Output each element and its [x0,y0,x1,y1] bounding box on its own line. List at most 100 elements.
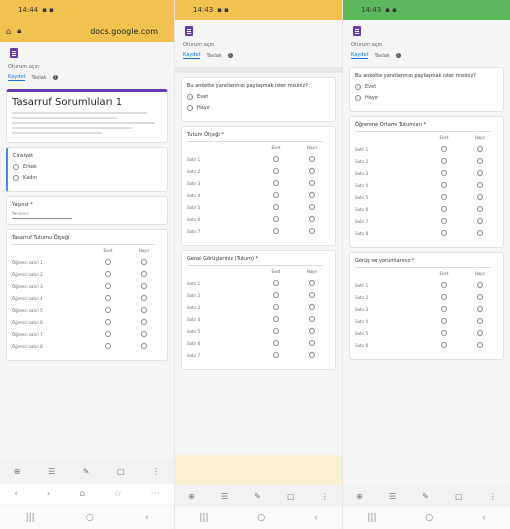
tab-save[interactable]: Kaydet [351,52,369,59]
option-no[interactable]: Hayır [355,95,498,101]
radio-button[interactable] [273,204,279,210]
radio-button[interactable] [441,306,447,312]
radio-button[interactable] [355,84,361,90]
radio-button[interactable] [309,156,315,162]
tabs-icon[interactable]: ▢ [287,492,295,501]
radio-button[interactable] [273,280,279,286]
radio-button[interactable] [309,352,315,358]
radio-button[interactable] [187,94,193,100]
home-button-icon[interactable]: ○ [86,513,94,523]
radio-button[interactable] [309,228,315,234]
tab-draft[interactable]: Taslak [31,75,46,81]
radio-button[interactable] [309,204,315,210]
radio-button[interactable] [273,328,279,334]
tab-save[interactable]: Kaydet [183,52,201,59]
radio-button[interactable] [105,343,111,349]
radio-button[interactable] [309,340,315,346]
radio-button[interactable] [441,182,447,188]
radio-button[interactable] [141,259,147,265]
tabs-icon[interactable]: ▢ [455,492,463,501]
radio-button[interactable] [273,180,279,186]
radio-button[interactable] [13,164,19,170]
radio-button[interactable] [309,216,315,222]
radio-button[interactable] [355,95,361,101]
radio-button[interactable] [441,194,447,200]
account-text[interactable]: Oturum açın [351,42,502,48]
more-icon[interactable]: ⋮ [152,467,160,476]
bookmark-icon[interactable]: ☆ [114,489,122,499]
radio-button[interactable] [105,283,111,289]
radio-button[interactable] [309,292,315,298]
home-button-icon[interactable]: ○ [425,513,433,523]
account-text[interactable]: Oturum açın [183,42,334,48]
radio-button[interactable] [477,230,483,236]
radio-button[interactable] [273,316,279,322]
radio-button[interactable] [477,170,483,176]
radio-button[interactable] [477,218,483,224]
radio-button[interactable] [273,292,279,298]
radio-button[interactable] [105,331,111,337]
home-icon[interactable]: ⌂ [6,27,11,36]
radio-button[interactable] [309,304,315,310]
back-button-icon[interactable]: ‹ [145,513,149,523]
radio-button[interactable] [273,340,279,346]
radio-button[interactable] [273,352,279,358]
radio-button[interactable] [187,105,193,111]
back-button-icon[interactable]: ‹ [482,513,486,523]
radio-button[interactable] [477,158,483,164]
radio-button[interactable] [141,343,147,349]
option-female[interactable]: Kadın [13,175,162,181]
radio-button[interactable] [477,330,483,336]
tab-save[interactable]: Kaydet [8,74,26,81]
radio-button[interactable] [441,330,447,336]
radio-button[interactable] [141,295,147,301]
radio-button[interactable] [273,168,279,174]
add-icon[interactable]: ⊕ [188,492,195,501]
radio-button[interactable] [441,294,447,300]
age-input[interactable]: Yanıtınız [12,211,72,219]
edit-icon[interactable]: ✎ [254,492,261,501]
radio-button[interactable] [477,182,483,188]
radio-button[interactable] [105,259,111,265]
radio-button[interactable] [141,319,147,325]
help-icon[interactable]: ? [227,53,233,58]
add-icon[interactable]: ⊕ [356,492,363,501]
menu-icon[interactable]: ☰ [48,467,55,476]
radio-button[interactable] [477,282,483,288]
radio-button[interactable] [477,306,483,312]
help-icon[interactable]: ? [52,75,58,80]
edit-icon[interactable]: ✎ [422,492,429,501]
url-text[interactable]: docs.google.com [90,27,158,36]
add-icon[interactable]: ⊕ [14,467,21,476]
option-male[interactable]: Erkek [13,164,162,170]
browser-url-bar[interactable]: ⌂ 🔒︎ docs.google.com [0,20,174,42]
radio-button[interactable] [477,194,483,200]
menu-icon[interactable]: ☰ [221,492,228,501]
recents-icon[interactable]: ||| [199,513,208,523]
radio-button[interactable] [105,307,111,313]
radio-button[interactable] [441,218,447,224]
radio-button[interactable] [13,175,19,181]
radio-button[interactable] [477,146,483,152]
option-no[interactable]: Hayır [187,105,330,111]
option-yes[interactable]: Evet [355,84,498,90]
radio-button[interactable] [141,283,147,289]
more-icon[interactable]: ⋮ [321,492,329,501]
recents-icon[interactable]: ||| [367,513,376,523]
radio-button[interactable] [441,230,447,236]
option-yes[interactable]: Evet [187,94,330,100]
radio-button[interactable] [309,328,315,334]
more-icon[interactable]: ⋮ [489,492,497,501]
radio-button[interactable] [441,170,447,176]
tabs-icon[interactable]: ▢ [117,467,125,476]
radio-button[interactable] [477,294,483,300]
radio-button[interactable] [273,228,279,234]
radio-button[interactable] [309,180,315,186]
radio-button[interactable] [141,331,147,337]
edit-icon[interactable]: ✎ [83,467,90,476]
recents-icon[interactable]: ||| [26,513,35,523]
back-icon[interactable]: ‹ [14,489,18,499]
radio-button[interactable] [141,271,147,277]
help-icon[interactable]: ? [395,53,401,58]
radio-button[interactable] [105,295,111,301]
